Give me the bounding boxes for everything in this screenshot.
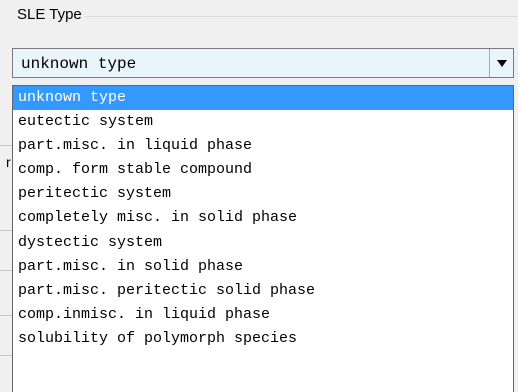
combo-selected-value: unknown type (21, 55, 137, 73)
dropdown-option[interactable]: dystectic system (13, 231, 513, 255)
dropdown-option[interactable]: comp.inmisc. in liquid phase (13, 303, 513, 327)
dropdown-option[interactable]: eutectic system (13, 110, 513, 134)
sle-type-dropdown-list: unknown type eutectic system part.misc. in… (12, 85, 514, 392)
background-line (0, 315, 12, 316)
background-line (0, 270, 12, 271)
dropdown-option[interactable]: solubility of polymorph species (13, 327, 513, 351)
chevron-down-icon (496, 59, 507, 67)
group-divider (85, 16, 518, 17)
background-partial-text: r (6, 154, 11, 170)
background-line (0, 145, 12, 146)
dropdown-option[interactable]: completely misc. in solid phase (13, 206, 513, 230)
dropdown-option[interactable]: unknown type (13, 86, 513, 111)
sle-type-group-label: SLE Type (17, 6, 82, 23)
dropdown-option[interactable]: part.misc. in liquid phase (13, 134, 513, 158)
dropdown-option[interactable]: part.misc. peritectic solid phase (13, 279, 513, 303)
dropdown-option[interactable]: part.misc. in solid phase (13, 255, 513, 279)
dropdown-option[interactable]: peritectic system (13, 182, 513, 206)
combo-dropdown-button[interactable] (489, 49, 513, 77)
background-line (0, 230, 12, 231)
dropdown-option[interactable]: comp. form stable compound (13, 158, 513, 182)
background-line (0, 355, 12, 356)
sle-type-combobox[interactable]: unknown type (12, 48, 514, 78)
